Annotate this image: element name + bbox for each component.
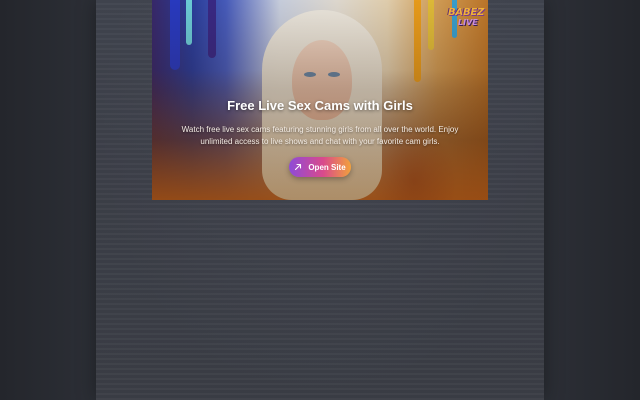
left-backdrop [0, 0, 96, 400]
logo-text-bottom: LIVE [458, 18, 478, 27]
site-preview-card: BABEZ LIVE Free Live Sex Cams with Girls… [152, 0, 488, 200]
arrow-up-right-icon [294, 163, 302, 171]
site-logo: BABEZ LIVE [448, 7, 485, 30]
card-content: Free Live Sex Cams with Girls Watch free… [152, 97, 488, 177]
page: BABEZ LIVE Free Live Sex Cams with Girls… [0, 0, 640, 400]
card-description: Watch free live sex cams featuring stunn… [181, 125, 459, 146]
right-backdrop [544, 0, 640, 400]
open-site-label: Open Site [308, 162, 346, 172]
card-title: Free Live Sex Cams with Girls [227, 98, 413, 113]
logo-text-top: BABEZ [448, 7, 485, 18]
open-site-button[interactable]: Open Site [289, 157, 351, 177]
